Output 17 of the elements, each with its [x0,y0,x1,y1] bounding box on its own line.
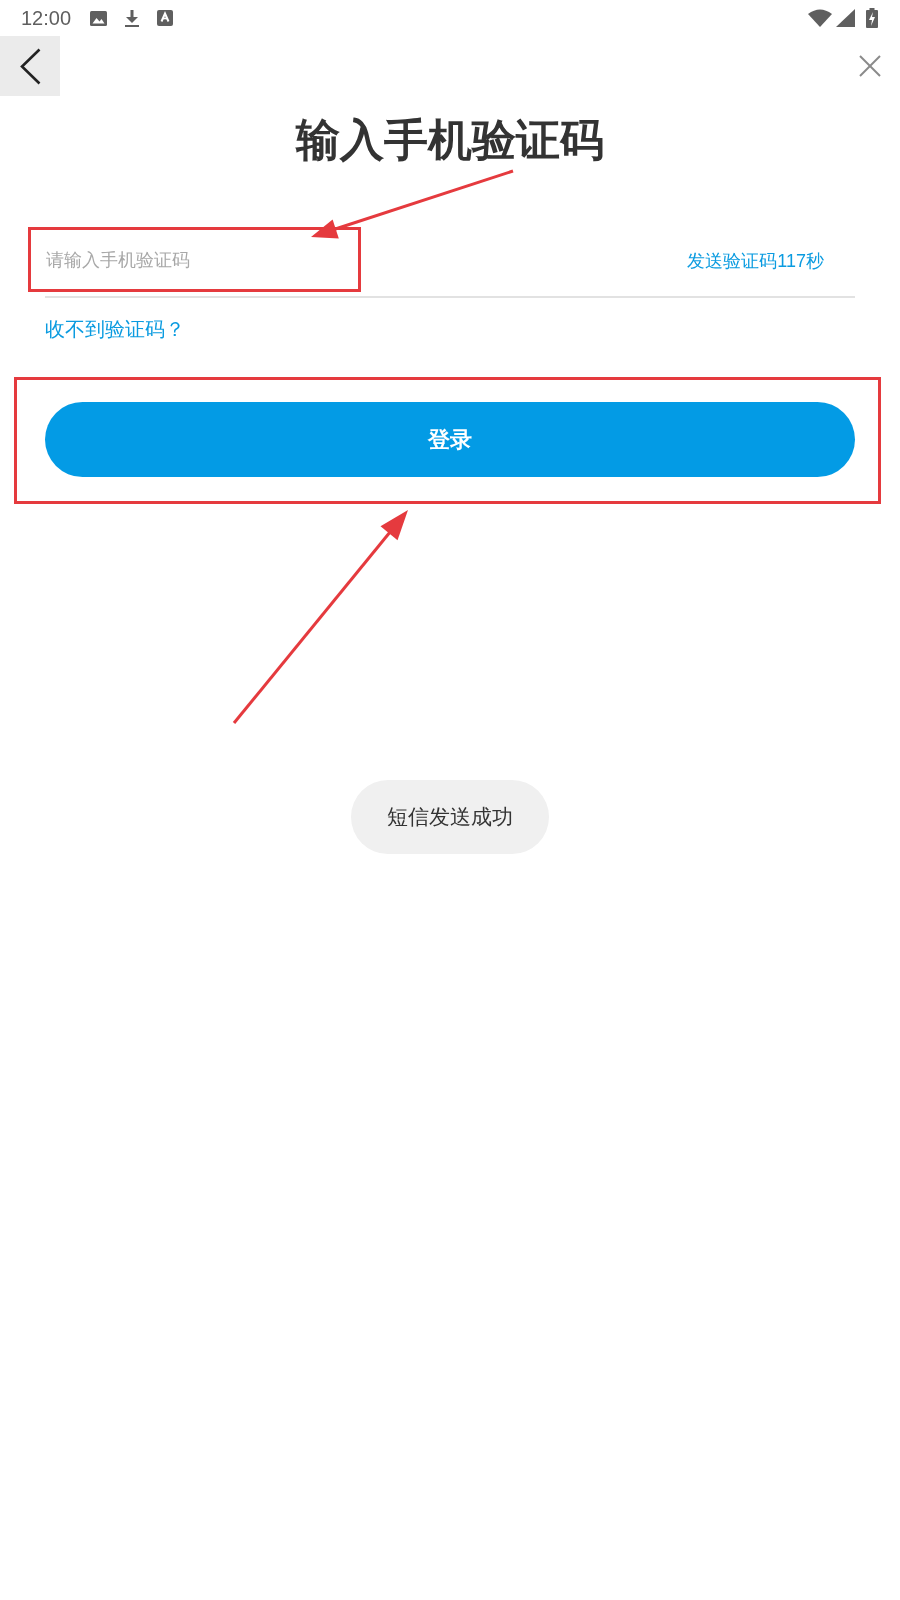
status-time: 12:00 [21,6,72,30]
back-button[interactable] [0,36,60,96]
close-button[interactable] [859,55,881,77]
letter-tile-icon [157,10,174,26]
image-icon [90,10,108,26]
back-chevron-icon [19,47,41,85]
download-icon [124,9,141,27]
page-title: 输入手机验证码 [296,118,604,162]
no-code-link[interactable]: 收不到验证码？ [45,314,185,344]
wifi-icon [808,9,832,27]
signal-icon [836,9,855,27]
close-icon [859,55,881,77]
battery-charging-icon [866,8,878,28]
send-code-button[interactable]: 发送验证码117秒 [687,248,824,273]
code-input-field[interactable]: 请输入手机验证码 [45,225,355,296]
login-button[interactable]: 登录 [45,402,855,477]
toast-message: 短信发送成功 [351,780,549,854]
